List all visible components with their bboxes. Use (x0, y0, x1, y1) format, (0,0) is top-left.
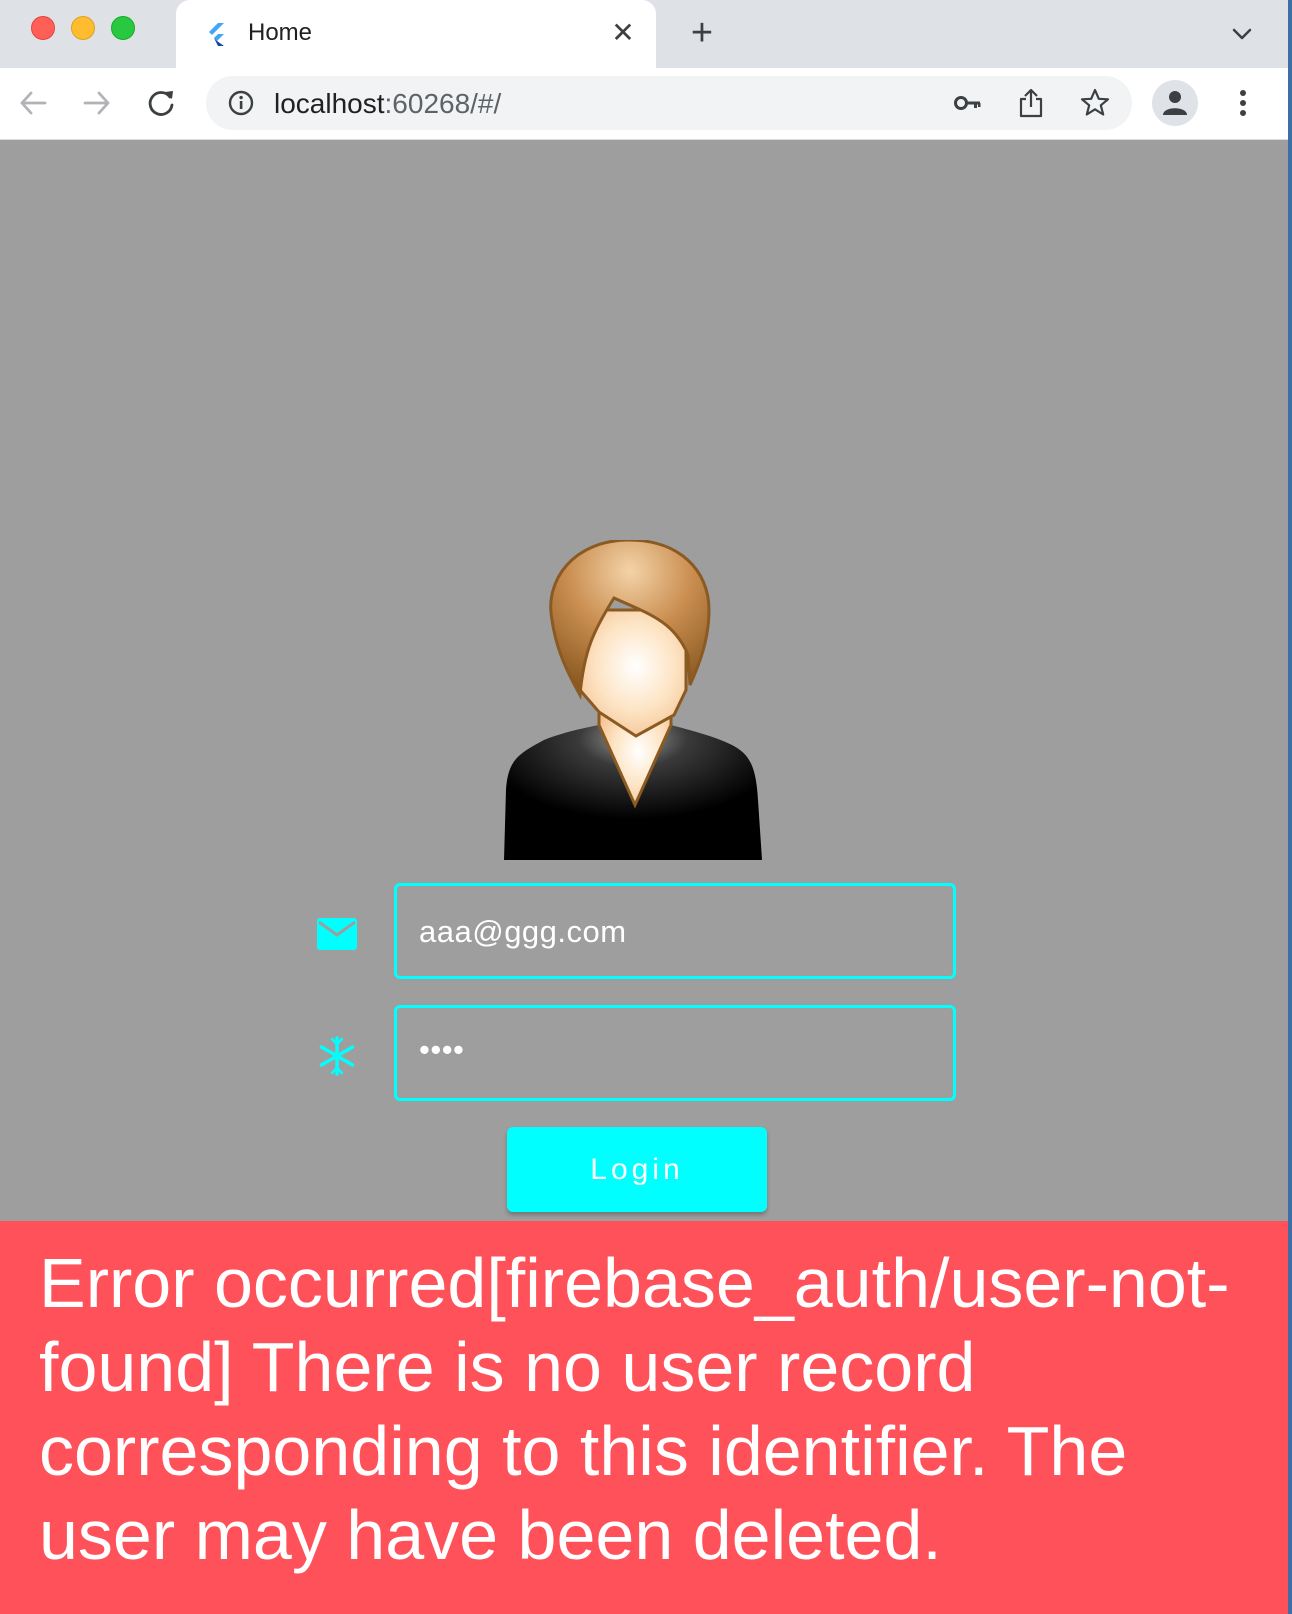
password-value: •••• (419, 1032, 465, 1067)
person-icon (1163, 91, 1187, 115)
close-window-button[interactable] (31, 16, 55, 40)
forward-arrow-icon[interactable] (80, 86, 114, 120)
url-path: :60268/#/ (384, 88, 502, 119)
password-field[interactable]: •••• (394, 1005, 956, 1101)
share-icon[interactable] (1016, 88, 1046, 118)
back-arrow-icon[interactable] (16, 86, 50, 120)
asterisk-icon (319, 1036, 355, 1076)
url-text[interactable]: localhost:60268/#/ (274, 88, 501, 120)
address-bar[interactable]: localhost:60268/#/ (206, 76, 1132, 130)
person-avatar (504, 540, 762, 860)
star-icon[interactable] (1080, 88, 1110, 118)
close-tab-icon[interactable]: ✕ (608, 18, 638, 48)
email-field[interactable]: aaa@ggg.com (394, 883, 956, 979)
browser-toolbar: localhost:60268/#/ (0, 68, 1288, 140)
url-host: localhost (274, 88, 385, 119)
flutter-icon (209, 23, 224, 46)
reload-icon[interactable] (144, 86, 178, 120)
key-icon[interactable] (952, 88, 982, 118)
maximize-window-button[interactable] (111, 16, 135, 40)
login-button[interactable]: Login (507, 1127, 767, 1212)
email-value: aaa@ggg.com (419, 914, 627, 949)
minimize-window-button[interactable] (71, 16, 95, 40)
tab-title: Home (248, 19, 313, 46)
new-tab-button[interactable]: + (684, 14, 720, 52)
tab-strip: Home ✕ + (0, 0, 1288, 68)
chevron-down-icon[interactable] (1228, 20, 1256, 48)
profile-button[interactable] (1152, 80, 1198, 126)
info-icon[interactable] (226, 88, 256, 118)
error-snackbar: Error occurred[firebase_auth/user-not-fo… (0, 1221, 1288, 1614)
browser-window: Home ✕ + localhost:60268/#/ aaa@ggg.com … (0, 0, 1288, 1614)
more-vert-icon[interactable] (1226, 86, 1260, 120)
mail-icon (317, 918, 357, 950)
error-message: Error occurred[firebase_auth/user-not-fo… (39, 1244, 1230, 1574)
tab-home[interactable]: Home ✕ (176, 0, 656, 68)
